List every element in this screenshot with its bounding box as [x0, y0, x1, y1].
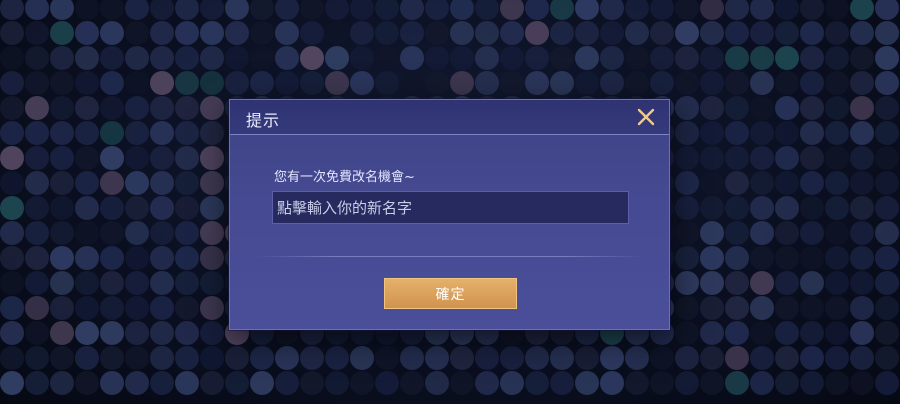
confirm-button[interactable]: 確定: [384, 278, 517, 309]
dialog-header: 提示: [230, 100, 669, 135]
dialog-divider: [257, 256, 644, 257]
close-x-icon: [637, 108, 655, 126]
dialog-title: 提示: [246, 111, 281, 130]
rename-dialog: 提示 您有一次免費改名機會~ 確定: [229, 99, 670, 330]
new-name-input[interactable]: [272, 191, 629, 224]
free-rename-message: 您有一次免費改名機會~: [274, 170, 415, 185]
close-button[interactable]: [635, 106, 657, 128]
